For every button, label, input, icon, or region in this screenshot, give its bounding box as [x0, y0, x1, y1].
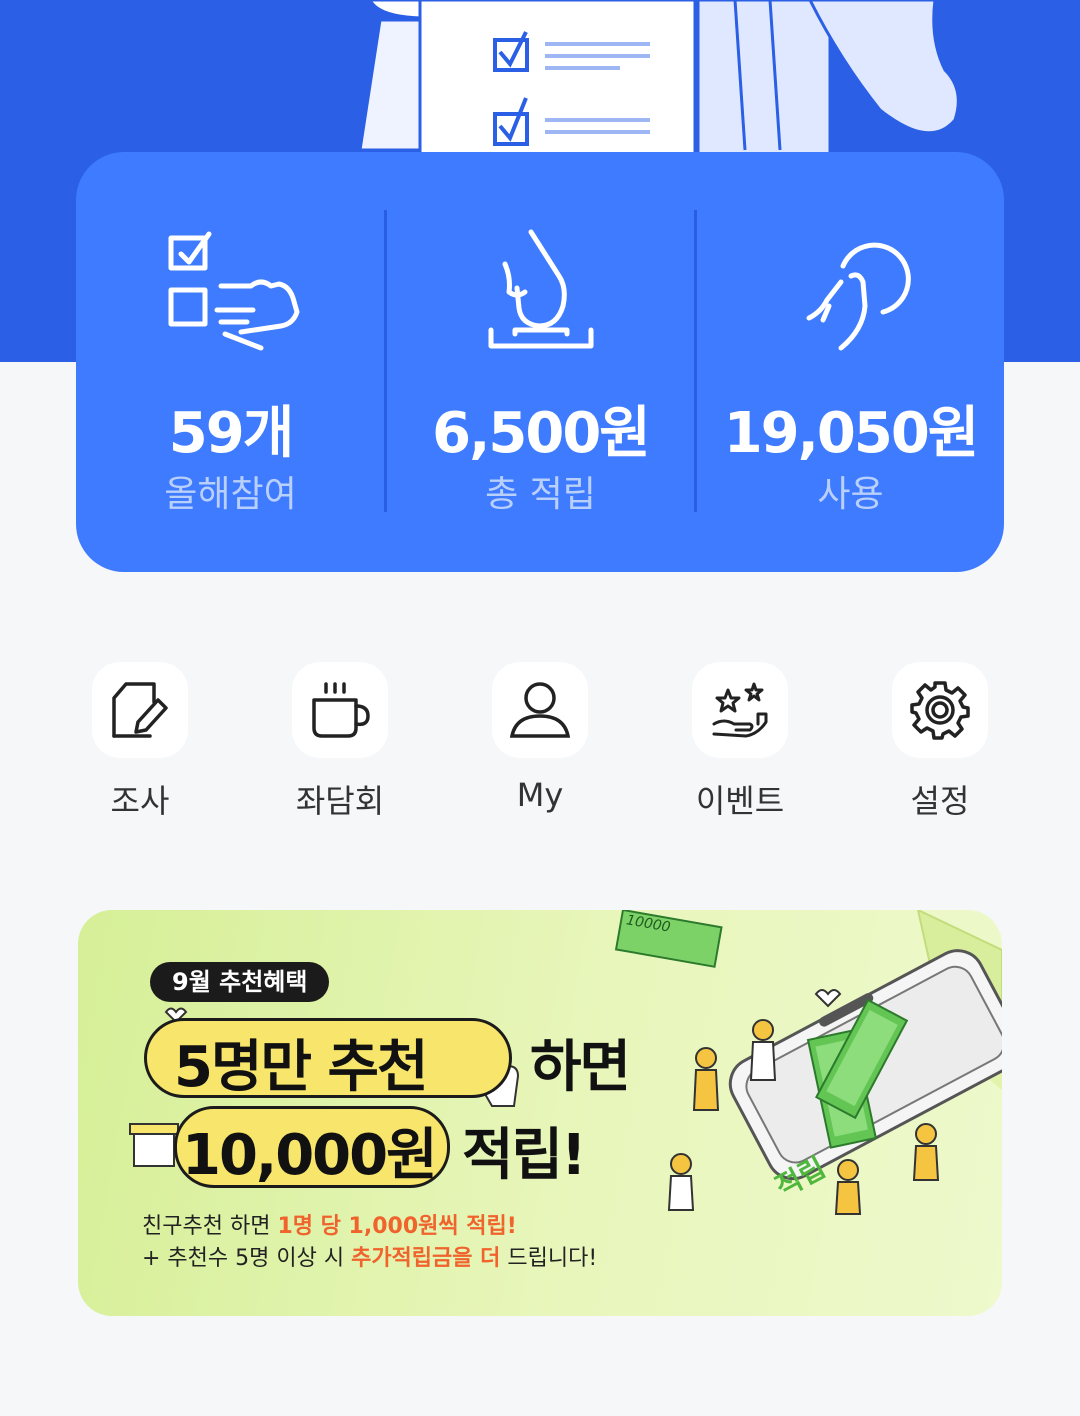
stat-participation-value: 59개 — [168, 401, 294, 466]
referral-promo-banner[interactable]: 9월 추천혜택 5명만 추천 하면 10,000원 적립! 친구추천 하면 1명… — [78, 910, 1002, 1316]
menu-my[interactable]: My — [440, 660, 640, 830]
gear-icon — [910, 681, 970, 740]
event-stars-hand-icon — [712, 682, 768, 738]
user-icon — [510, 682, 570, 738]
promo-badge: 9월 추천혜택 — [150, 962, 330, 1002]
promo-headline-1-suffix: 하면 — [530, 1035, 631, 1100]
menu-settings[interactable]: 설정 — [840, 660, 1040, 830]
menu-survey-icon-box — [92, 662, 188, 758]
menu-my-label: My — [516, 776, 564, 814]
deposit-hand-icon — [488, 229, 593, 349]
menu-event[interactable]: 이벤트 — [640, 660, 840, 830]
menu-my-icon-box — [492, 662, 588, 758]
promo-headline-1: 5명만 추천 — [174, 1035, 429, 1100]
menu-survey-label: 조사 — [110, 782, 170, 820]
menu-discussion[interactable]: 좌담회 — [240, 660, 440, 830]
menu-settings-icon-box — [892, 662, 988, 758]
stat-total-saved[interactable]: 6,500원 총 적립 — [386, 152, 695, 572]
stat-participation-label: 올해참여 — [164, 474, 297, 515]
menu-survey[interactable]: 조사 — [40, 660, 240, 830]
promo-line-1-prefix: 친구추천 하면 — [142, 1214, 278, 1239]
stat-total-saved-value: 6,500원 — [432, 401, 651, 466]
menu-event-label: 이벤트 — [695, 782, 785, 820]
menu-settings-label: 설정 — [910, 782, 970, 820]
coffee-cup-icon — [312, 682, 370, 738]
promo-line-2: + 추천수 5명 이상 시 추가적립금을 더 드립니다! — [142, 1240, 597, 1272]
menu-event-icon-box — [692, 662, 788, 758]
promo-line-1: 친구추천 하면 1명 당 1,000원씩 적립! — [142, 1208, 517, 1240]
quick-menu: 조사 좌담회 My 이벤트 설정 — [40, 660, 1040, 830]
menu-discussion-label: 좌담회 — [295, 782, 385, 820]
promo-line-2-suffix: 드립니다! — [500, 1246, 598, 1271]
promo-line-1-highlight: 1명 당 1,000원씩 적립! — [277, 1214, 517, 1239]
coin-hand-icon — [806, 242, 911, 351]
promo-headline-2-suffix: 적립! — [462, 1123, 587, 1188]
stat-participation[interactable]: 59개 올해참여 — [76, 152, 385, 572]
promo-line-2-prefix: + 추천수 5명 이상 시 — [142, 1246, 352, 1271]
checklist-hand-icon — [168, 231, 299, 351]
stats-card: 59개 올해참여 6,500원 총 적립 19,050원 사용 — [76, 152, 1004, 572]
stat-used-value: 19,050원 — [723, 401, 980, 466]
stat-used[interactable]: 19,050원 사용 — [696, 152, 1005, 572]
survey-edit-icon — [112, 682, 168, 738]
stat-total-saved-label: 총 적립 — [485, 474, 596, 515]
promo-line-2-highlight: 추가적립금을 더 — [351, 1246, 501, 1271]
stat-used-label: 사용 — [817, 474, 884, 515]
promo-headline-2: 10,000원 — [182, 1123, 438, 1188]
menu-discussion-icon-box — [292, 662, 388, 758]
